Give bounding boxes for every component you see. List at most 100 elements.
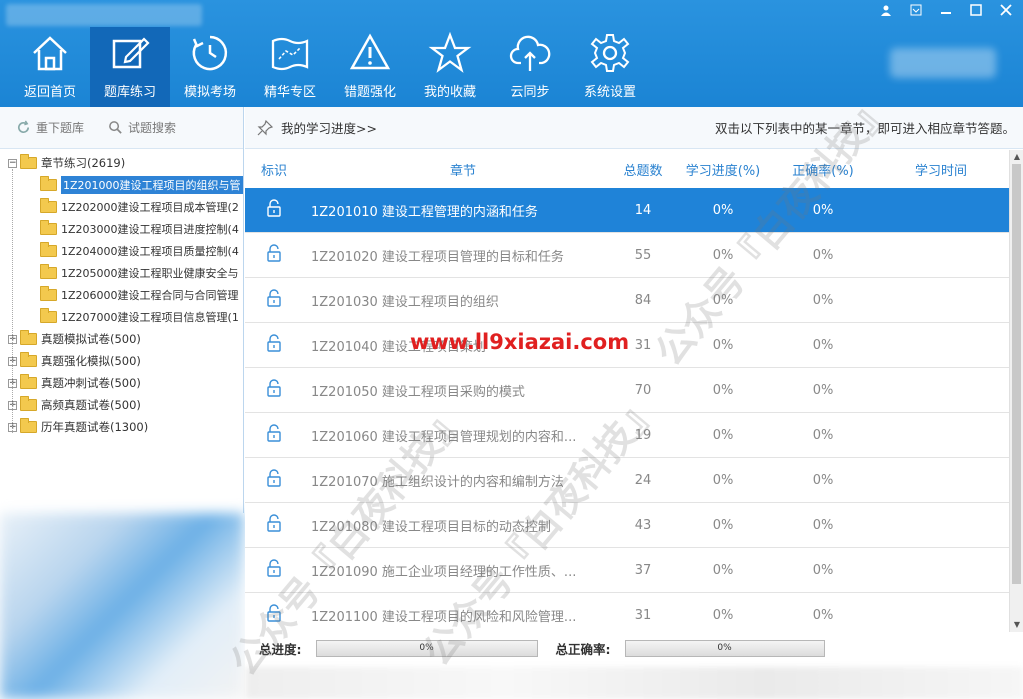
unlock-icon [267,334,281,352]
vertical-scrollbar[interactable]: ▲ ▼ [1009,150,1023,632]
count-cell: 24 [634,472,652,488]
progress-cell: 0% [712,337,734,353]
folder-icon [20,418,37,433]
nav-question-bank[interactable]: 题库练习 [90,27,170,107]
tree-group[interactable]: + 高频真题试卷(500) [0,394,243,416]
tree-node-chapter[interactable]: 1Z207000建设工程项目信息管理(1 [0,306,243,328]
count-cell: 70 [634,382,652,398]
status-cell [245,334,303,356]
count-cell: 31 [634,337,652,353]
maximize-icon[interactable] [965,3,987,21]
reload-bank-button[interactable]: 重下题库 [16,119,84,136]
total-progress-label: 总进度: [259,641,302,657]
progress-cell: 0% [712,472,734,488]
count-cell: 43 [634,517,652,533]
tree-group[interactable]: + 真题模拟试卷(500) [0,328,243,350]
table-row[interactable]: 1Z201090 施工企业项目经理的工作性质、... 37 0% 0% [245,548,1009,593]
scroll-thumb[interactable] [1012,164,1021,584]
table-row[interactable]: 1Z201070 施工组织设计的内容和编制方法 24 0% 0% [245,458,1009,503]
reload-bank-label: 重下题库 [36,121,85,135]
folder-icon [40,220,57,235]
tree-node-chapter[interactable]: 1Z203000建设工程项目进度控制(4 [0,218,243,240]
progress-cell: 0% [712,607,734,623]
chapter-cell: 1Z201010 建设工程管理的内涵和任务 [311,204,538,220]
chapter-cell: 1Z201080 建设工程项目目标的动态控制 [311,519,551,535]
chapter-cell: 1Z201060 建设工程项目管理规划的内容和... [311,429,577,445]
scroll-up-icon[interactable]: ▲ [1010,150,1023,164]
nav-label: 系统设置 [583,85,636,100]
nav-label: 我的收藏 [423,85,476,100]
nav-settings[interactable]: 系统设置 [570,27,650,107]
nav-label: 返回首页 [23,85,76,100]
tree-node-chapter[interactable]: 1Z205000建设工程职业健康安全与 [0,262,243,284]
table-row[interactable]: 1Z201040 建设工程项目策划 31 0% 0% [245,323,1009,368]
home-icon [33,36,67,71]
chapter-tree: − 章节练习(2619) 1Z201000建设工程项目的组织与管 1Z20200… [0,149,243,438]
unlock-icon [267,514,281,532]
my-progress-label: 我的学习进度>> [281,121,377,136]
status-cell [245,424,303,446]
table-row[interactable]: 1Z201010 建设工程管理的内涵和任务 14 0% 0% [245,188,1009,233]
progress-cell: 0% [712,247,734,263]
folder-open-icon [20,154,37,169]
table-row[interactable]: 1Z201030 建设工程项目的组织 84 0% 0% [245,278,1009,323]
folder-icon [40,286,57,301]
tree-root-chapters[interactable]: − 章节练习(2619) [0,152,243,174]
blurred-region [0,513,244,699]
timer-icon [192,35,228,71]
menu-icon[interactable] [905,3,927,21]
accuracy-cell: 0% [812,382,834,398]
status-cell [245,289,303,311]
close-icon[interactable] [995,3,1017,21]
header-id: 标识 [260,163,287,179]
nav-cloud-sync[interactable]: 云同步 [490,27,570,107]
unlock-icon [267,469,281,487]
status-cell [245,469,303,491]
unlock-icon [267,244,281,262]
folder-icon [20,352,37,367]
nav-favorites[interactable]: 我的收藏 [410,27,490,107]
tree-node-chapter[interactable]: 1Z201000建设工程项目的组织与管 [0,174,243,196]
tree-node-chapter[interactable]: 1Z202000建设工程项目成本管理(2 [0,196,243,218]
unlock-icon [267,289,281,307]
nav-home[interactable]: 返回首页 [10,27,90,107]
nav-wrong-questions[interactable]: 错题强化 [330,27,410,107]
table-row[interactable]: 1Z201100 建设工程项目的风险和风险管理... 31 0% 0% [245,593,1009,632]
tree-node-label: 章节练习(2619) [41,156,126,170]
header-chapter: 章节 [449,163,476,179]
collapse-icon[interactable]: − [8,158,17,168]
nav-label: 精华专区 [263,85,316,100]
table-row[interactable]: 1Z201060 建设工程项目管理规划的内容和... 19 0% 0% [245,413,1009,458]
total-accuracy-label: 总正确率: [555,641,611,657]
folder-icon [40,308,57,323]
status-cell [245,514,303,536]
scroll-down-icon[interactable]: ▼ [1010,618,1023,632]
chapter-cell: 1Z201040 建设工程项目策划 [311,339,486,355]
folder-icon [40,242,57,257]
table-row[interactable]: 1Z201020 建设工程项目管理的目标和任务 55 0% 0% [245,233,1009,278]
tree-node-label: 真题冲刺试卷(500) [41,376,141,390]
table-row[interactable]: 1Z201080 建设工程项目目标的动态控制 43 0% 0% [245,503,1009,548]
search-question-button[interactable]: 试题搜索 [108,119,176,136]
left-toolbar: 重下题库 试题搜索 [0,107,243,149]
minimize-icon[interactable] [935,3,957,21]
tree-node-label: 1Z207000建设工程项目信息管理(1 [61,311,239,324]
gear-icon [590,34,630,72]
nav-label: 错题强化 [343,85,396,100]
tree-group[interactable]: + 真题冲刺试卷(500) [0,372,243,394]
accuracy-cell: 0% [812,292,834,308]
nav-essence[interactable]: 精华专区 [250,27,330,107]
user-icon[interactable] [875,3,897,21]
right-header: 我的学习进度>> 双击以下列表中的某一章节，即可进入相应章节答题。 [245,107,1023,149]
window-controls [875,3,1017,21]
chapter-cell: 1Z201100 建设工程项目的风险和风险管理... [311,609,577,625]
nav-mock-exam[interactable]: 模拟考场 [170,27,250,107]
tree-node-chapter[interactable]: 1Z206000建设工程合同与合同管理 [0,284,243,306]
tree-group[interactable]: + 真题强化模拟(500) [0,350,243,372]
table-row[interactable]: 1Z201050 建设工程项目采购的模式 70 0% 0% [245,368,1009,413]
chapter-tree-panel: 重下题库 试题搜索 − 章节练习(2619) 1Z201000建设工程项目的组织… [0,107,244,513]
tree-node-chapter[interactable]: 1Z204000建设工程项目质量控制(4 [0,240,243,262]
search-question-label: 试题搜索 [128,121,177,135]
tree-group[interactable]: + 历年真题试卷(1300) [0,416,243,438]
my-progress-link[interactable]: 我的学习进度>> [257,118,377,137]
